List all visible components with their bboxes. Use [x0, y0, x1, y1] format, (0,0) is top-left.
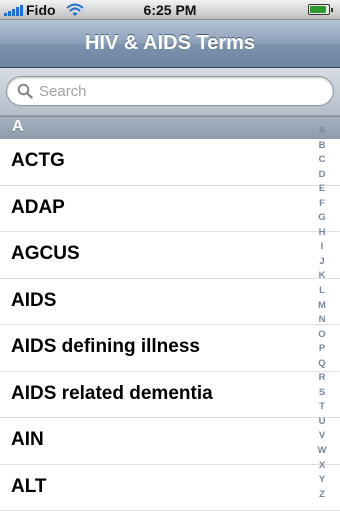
- section-header: A: [0, 116, 340, 139]
- index-letter-c[interactable]: C: [319, 155, 326, 165]
- index-letter-u[interactable]: U: [319, 417, 326, 427]
- battery-icon: [308, 4, 330, 15]
- index-letter-o[interactable]: O: [318, 330, 325, 340]
- list-item[interactable]: ADAP: [0, 186, 340, 233]
- search-input[interactable]: [39, 81, 319, 101]
- list-item-label: AIN: [11, 429, 44, 451]
- index-letter-j[interactable]: J: [319, 257, 324, 267]
- index-letter-l[interactable]: L: [319, 286, 325, 296]
- index-letter-k[interactable]: K: [319, 271, 326, 281]
- list-item-label: AGCUS: [11, 243, 80, 265]
- index-letter-y[interactable]: Y: [319, 475, 325, 485]
- search-field[interactable]: [6, 76, 334, 106]
- index-letter-x[interactable]: X: [319, 461, 325, 471]
- index-letter-z[interactable]: Z: [319, 490, 325, 500]
- index-letter-d[interactable]: D: [319, 170, 326, 180]
- list-item[interactable]: AIDS related dementia: [0, 372, 340, 419]
- index-letter-r[interactable]: R: [319, 373, 326, 383]
- index-letter-g[interactable]: G: [318, 213, 325, 223]
- navigation-bar: HIV & AIDS Terms: [0, 20, 340, 68]
- list-item[interactable]: AIDS: [0, 279, 340, 326]
- battery-fill: [310, 6, 326, 13]
- search-bar: [0, 68, 340, 116]
- list-item[interactable]: AIN: [0, 418, 340, 465]
- index-letter-a[interactable]: A: [319, 126, 326, 136]
- page-title: HIV & AIDS Terms: [0, 32, 340, 55]
- list-item-label: ACTG: [11, 150, 65, 172]
- index-letter-f[interactable]: F: [319, 199, 325, 209]
- status-bar: Fido 6:25 PM: [0, 0, 340, 20]
- list-item-label: AIDS defining illness: [11, 336, 200, 358]
- index-letter-w[interactable]: W: [318, 446, 327, 456]
- section-header-label: A: [12, 118, 24, 136]
- list-item-label: ADAP: [11, 197, 65, 219]
- index-letter-n[interactable]: N: [319, 315, 326, 325]
- status-time: 6:25 PM: [0, 2, 340, 18]
- search-icon: [17, 83, 33, 99]
- list-item-label: AIDS related dementia: [11, 383, 213, 405]
- terms-list: ACTG ADAP AGCUS AIDS AIDS defining illness AI…: [0, 139, 340, 511]
- index-letter-i[interactable]: I: [321, 242, 324, 252]
- section-index-bar[interactable]: ABCDEFGHIJKLMNOPQRSTUVWXYZ: [307, 126, 337, 500]
- index-letter-q[interactable]: Q: [318, 359, 325, 369]
- index-letter-b[interactable]: B: [319, 141, 326, 151]
- index-letter-e[interactable]: E: [319, 184, 325, 194]
- index-letter-s[interactable]: S: [319, 388, 325, 398]
- list-item[interactable]: AGCUS: [0, 232, 340, 279]
- index-letter-m[interactable]: M: [318, 301, 326, 311]
- index-letter-p[interactable]: P: [319, 344, 325, 354]
- list-item[interactable]: ACTG: [0, 139, 340, 186]
- list-item-label: AIDS: [11, 290, 56, 312]
- index-letter-h[interactable]: H: [319, 228, 326, 238]
- index-letter-v[interactable]: V: [319, 431, 325, 441]
- list-item[interactable]: ALT: [0, 465, 340, 511]
- list-item-label: ALT: [11, 476, 47, 498]
- index-letter-t[interactable]: T: [319, 402, 325, 412]
- list-item[interactable]: AIDS defining illness: [0, 325, 340, 372]
